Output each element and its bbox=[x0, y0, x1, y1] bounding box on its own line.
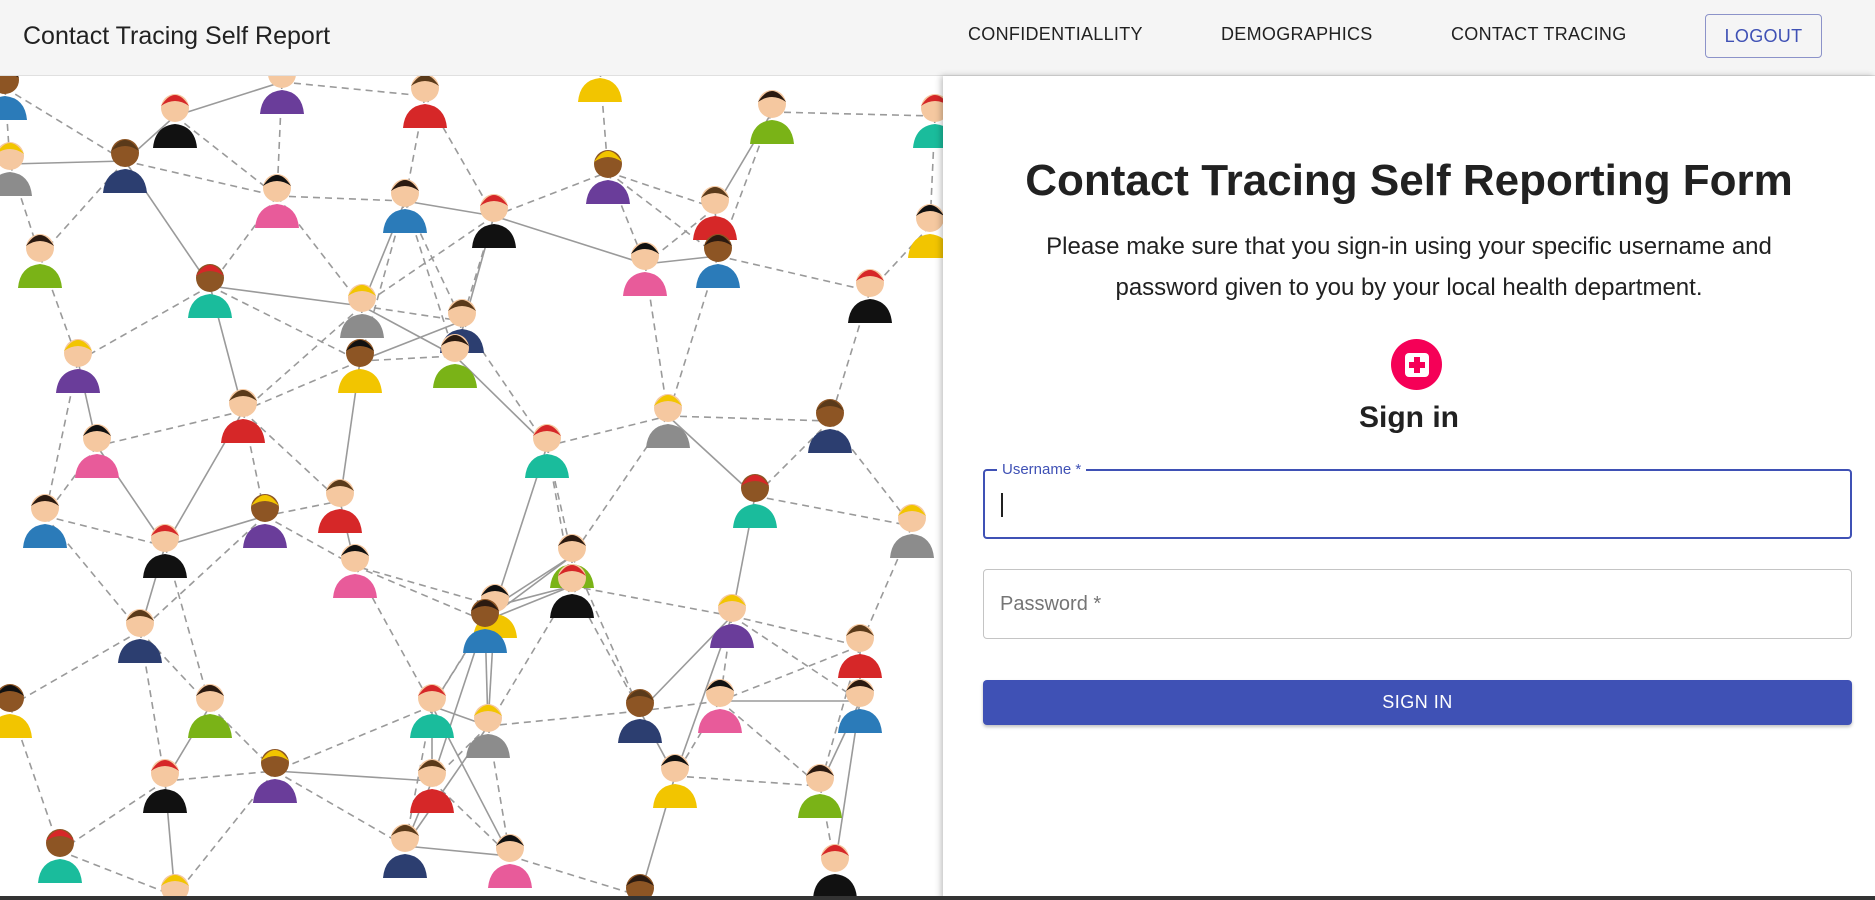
network-link bbox=[276, 195, 406, 202]
form-title: Contact Tracing Self Reporting Form bbox=[1025, 156, 1793, 205]
network-link bbox=[404, 845, 511, 857]
person-avatar bbox=[143, 524, 187, 578]
person-avatar bbox=[653, 754, 697, 808]
person-avatar bbox=[710, 594, 754, 648]
network-graphic bbox=[0, 76, 943, 900]
network-link bbox=[607, 171, 719, 257]
network-link bbox=[674, 775, 821, 787]
person-avatar bbox=[578, 78, 622, 102]
network-link bbox=[242, 305, 363, 412]
network-link bbox=[4, 87, 126, 162]
person-avatar bbox=[698, 679, 742, 733]
text-caret bbox=[1001, 493, 1003, 517]
nav-confidentiality[interactable]: CONFIDENTIALLITY bbox=[968, 24, 1143, 45]
person-avatar bbox=[623, 242, 667, 296]
person-avatar bbox=[646, 394, 690, 448]
person-avatar bbox=[143, 759, 187, 813]
person-avatar bbox=[808, 399, 852, 453]
person-avatar bbox=[340, 284, 384, 338]
network-link bbox=[9, 160, 126, 165]
network-link bbox=[487, 710, 641, 727]
network-link bbox=[209, 285, 361, 362]
person-avatar bbox=[0, 76, 27, 120]
network-link bbox=[96, 410, 244, 447]
person-avatar bbox=[403, 76, 447, 128]
network-link bbox=[754, 495, 913, 527]
network-link bbox=[493, 215, 646, 265]
window-bottom-edge bbox=[0, 896, 1875, 900]
sign-in-button[interactable]: SIGN IN bbox=[983, 680, 1852, 725]
person-avatar bbox=[696, 234, 740, 288]
person-avatar bbox=[890, 504, 934, 558]
network-link bbox=[209, 285, 363, 307]
network-link bbox=[361, 215, 495, 307]
network-link bbox=[281, 81, 426, 97]
sign-in-heading: Sign in bbox=[1359, 401, 1459, 434]
person-avatar bbox=[0, 142, 32, 196]
network-link bbox=[359, 355, 456, 362]
network-link bbox=[274, 770, 433, 782]
nav-demographics[interactable]: DEMOGRAPHICS bbox=[1221, 24, 1373, 45]
person-avatar bbox=[260, 76, 304, 114]
network-link bbox=[77, 285, 211, 362]
person-avatar bbox=[75, 424, 119, 478]
username-field[interactable]: Username * bbox=[983, 461, 1852, 539]
person-avatar bbox=[383, 824, 427, 878]
people-network-illustration bbox=[0, 76, 943, 900]
username-input[interactable] bbox=[985, 471, 1850, 537]
sign-in-panel: Contact Tracing Self Reporting Form Plea… bbox=[943, 76, 1875, 900]
person-avatar bbox=[913, 94, 943, 148]
person-avatar bbox=[18, 234, 62, 288]
person-avatar bbox=[618, 689, 662, 743]
person-avatar bbox=[750, 90, 794, 144]
person-avatar bbox=[253, 749, 297, 803]
nav-contact-tracing[interactable]: CONTACT TRACING bbox=[1451, 24, 1627, 45]
app-title: Contact Tracing Self Report bbox=[23, 22, 331, 50]
person-avatar bbox=[23, 494, 67, 548]
person-avatar bbox=[383, 179, 427, 233]
app-bar: Contact Tracing Self Report CONFIDENTIAL… bbox=[0, 0, 1875, 76]
network-link bbox=[771, 111, 936, 117]
network-link bbox=[509, 855, 641, 897]
network-link bbox=[717, 255, 871, 292]
person-avatar bbox=[0, 684, 32, 738]
network-link bbox=[242, 410, 341, 502]
network-link bbox=[731, 615, 861, 702]
person-avatar bbox=[338, 339, 382, 393]
network-link bbox=[667, 415, 831, 422]
network-link bbox=[354, 565, 496, 607]
network-link bbox=[9, 630, 141, 707]
person-avatar bbox=[333, 544, 377, 598]
network-link bbox=[274, 770, 406, 847]
person-avatar bbox=[693, 186, 737, 240]
medical-cross-icon bbox=[1391, 339, 1442, 390]
person-avatar bbox=[466, 704, 510, 758]
person-avatar bbox=[813, 844, 857, 898]
network-link bbox=[719, 700, 821, 787]
person-avatar bbox=[525, 424, 569, 478]
network-link bbox=[59, 780, 166, 852]
password-input[interactable] bbox=[984, 570, 1851, 638]
person-avatar bbox=[153, 94, 197, 148]
logout-button[interactable]: LOGOUT bbox=[1705, 14, 1822, 58]
person-avatar bbox=[908, 204, 943, 258]
network-link bbox=[274, 705, 433, 772]
network-link bbox=[174, 115, 278, 197]
person-avatar bbox=[38, 829, 82, 883]
password-field[interactable] bbox=[983, 569, 1852, 639]
person-avatar bbox=[188, 264, 232, 318]
person-avatar bbox=[838, 624, 882, 678]
person-avatar bbox=[255, 174, 299, 228]
person-avatar bbox=[838, 679, 882, 733]
form-description: Please make sure that you sign-in using … bbox=[1046, 233, 1772, 301]
person-avatar bbox=[848, 269, 892, 323]
person-avatar bbox=[56, 339, 100, 393]
person-avatar bbox=[188, 684, 232, 738]
network-link bbox=[164, 770, 276, 782]
